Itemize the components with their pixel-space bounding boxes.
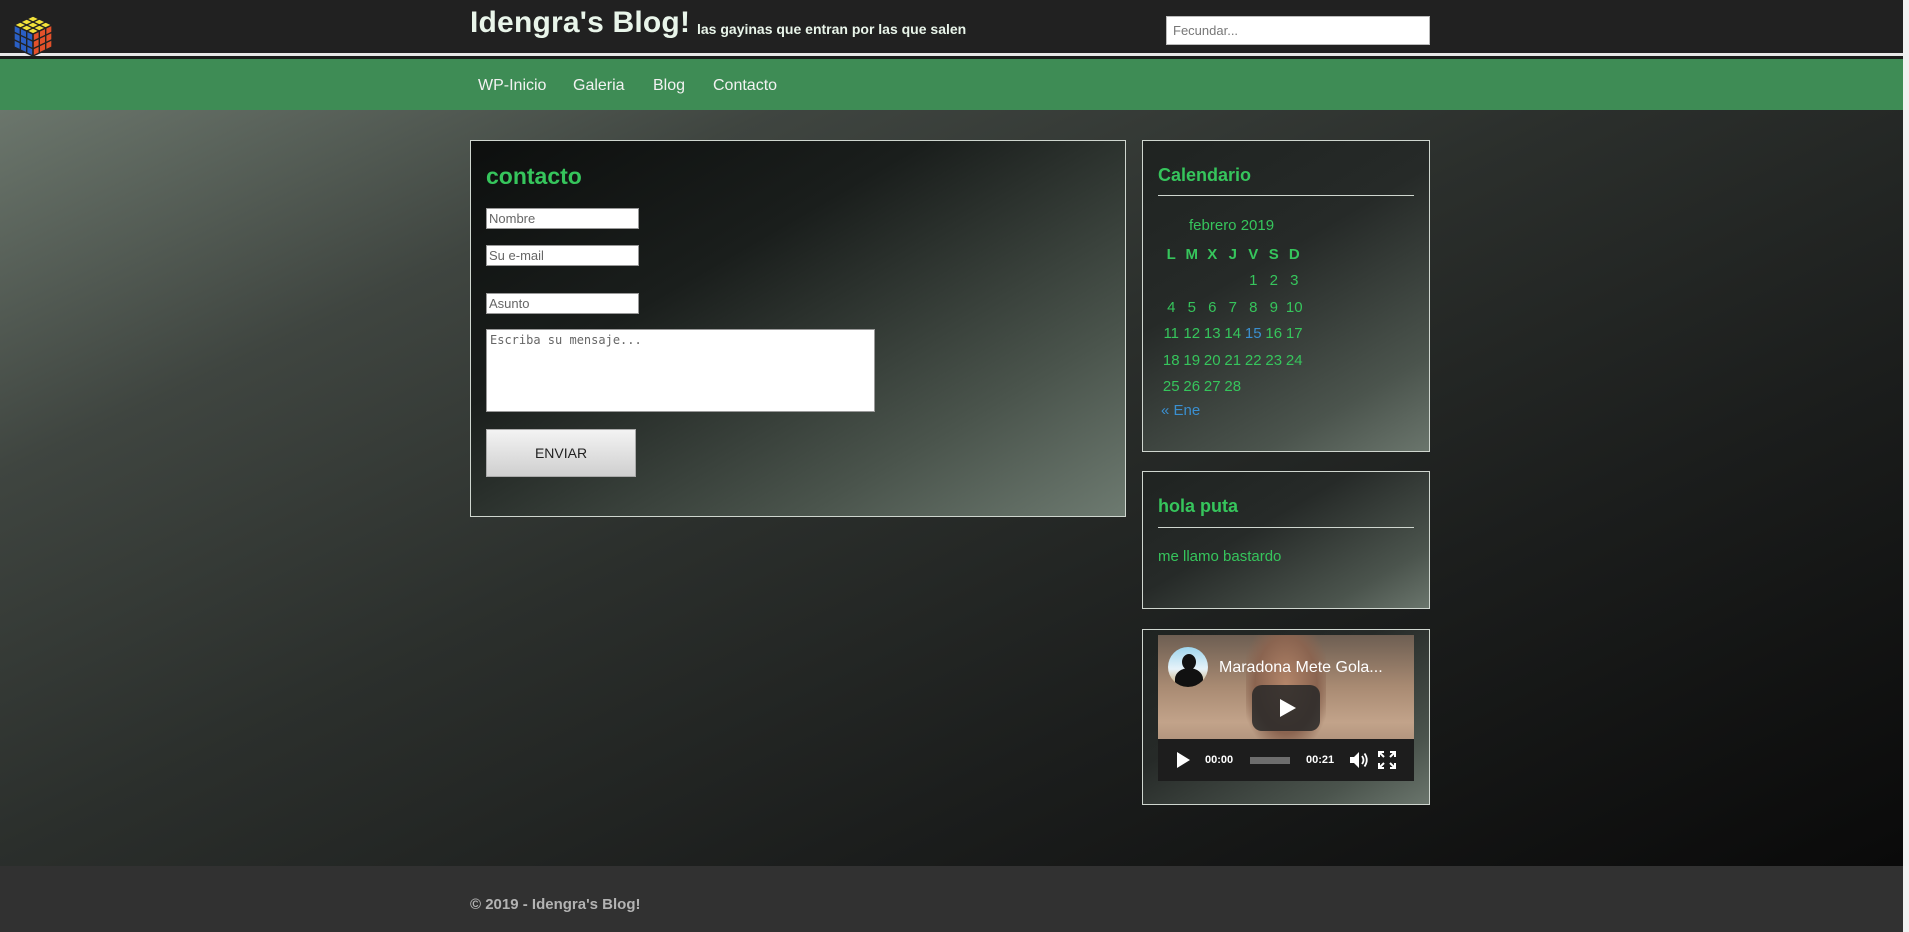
calendar-day: 27 (1203, 378, 1221, 396)
widget-divider (1158, 527, 1414, 528)
calendar-day: 23 (1265, 351, 1283, 369)
current-time: 00:00 (1205, 754, 1234, 766)
calendar-day: 11 (1163, 325, 1180, 343)
video-controls: 00:00 00:21 (1158, 739, 1414, 781)
calendar-empty-cell (1202, 268, 1223, 295)
calendar-day: 19 (1183, 351, 1201, 369)
play-overlay-button[interactable] (1252, 685, 1320, 731)
calendar-week: 25 26 27 28 (1161, 374, 1305, 401)
calendar-table: LMXJVSD 1 2 3 4 5 6 7 8 9 10 11 12 13 14 15 16 17 18 19 20 2… (1161, 241, 1305, 400)
footer: © 2019 - Idengra's Blog! (0, 866, 1903, 932)
rubiks-cube-logo-icon[interactable] (12, 14, 54, 58)
calendar-title: Calendario (1158, 165, 1252, 185)
subject-field[interactable] (486, 293, 639, 314)
calendar-day: 6 (1208, 298, 1217, 316)
calendar-weekday: V (1248, 245, 1259, 263)
calendar-week: 4 5 6 7 8 9 10 (1161, 294, 1305, 321)
calendar-day: 26 (1183, 378, 1201, 396)
calendar-day: 24 (1285, 351, 1303, 369)
calendar-week: 123 (1161, 268, 1305, 295)
footer-copyright: © 2019 - Idengra's Blog! (470, 896, 641, 913)
page: Idengra's Blog! las gayinas que entran p… (0, 0, 1903, 932)
fullscreen-icon[interactable] (1378, 751, 1396, 769)
top-bar: Idengra's Blog! las gayinas que entran p… (0, 0, 1903, 58)
calendar-weekday: J (1228, 245, 1237, 263)
site-title[interactable]: Idengra's Blog! (470, 6, 690, 40)
calendar-day: 8 (1249, 298, 1258, 316)
progress-bar[interactable] (1250, 757, 1290, 764)
calendar-day: 1 (1249, 272, 1258, 290)
main-nav: WP-Inicio Galeria Blog Contacto (0, 59, 1903, 110)
text-widget-body: me llamo bastardo (1158, 548, 1282, 565)
nav-item-wp-inicio[interactable]: WP-Inicio (478, 77, 546, 95)
send-button[interactable]: ENVIAR (486, 429, 636, 477)
calendar-day: 22 (1244, 351, 1262, 369)
name-field[interactable] (486, 208, 639, 229)
calendar-day: 14 (1224, 325, 1242, 343)
calendar-empty-cell (1264, 374, 1285, 401)
video-widget: Maradona Mete Gola... 00:00 00:21 (1142, 629, 1430, 805)
calendar-day: 5 (1187, 298, 1196, 316)
calendar-caption: febrero 2019 (1189, 217, 1275, 234)
video-player[interactable]: Maradona Mete Gola... 00:00 00:21 (1158, 635, 1414, 781)
calendar-empty-cell (1182, 268, 1203, 295)
calendar-empty-cell (1223, 268, 1244, 295)
calendar-day: 21 (1224, 351, 1242, 369)
calendar-week: 11 12 13 14 15 16 17 (1161, 321, 1305, 348)
widget-divider (1158, 195, 1414, 196)
text-widget-title: hola puta (1158, 496, 1238, 516)
text-widget: hola puta me llamo bastardo (1142, 471, 1430, 609)
calendar-day: 15 (1244, 325, 1262, 343)
duration: 00:21 (1306, 754, 1335, 766)
calendar-day: 9 (1269, 298, 1278, 316)
nav-item-contacto[interactable]: Contacto (713, 77, 777, 95)
calendar-weekday: M (1185, 245, 1199, 263)
email-field[interactable] (486, 245, 639, 266)
calendar-weekday: D (1288, 245, 1300, 263)
page-scrollbar[interactable] (1903, 0, 1909, 932)
nav-item-galeria[interactable]: Galeria (573, 77, 625, 95)
calendar-day: 25 (1162, 378, 1180, 396)
calendar-week: 18 19 20 21 22 23 24 (1161, 347, 1305, 374)
calendar-widget: Calendario febrero 2019 LMXJVSD 12345678… (1142, 140, 1430, 452)
calendar-day: 16 (1265, 325, 1283, 343)
calendar-day: 28 (1224, 378, 1242, 396)
message-field[interactable] (486, 329, 875, 412)
site-tagline: las gayinas que entran por las que salen (697, 21, 967, 37)
calendar-day: 4 (1167, 298, 1176, 316)
channel-avatar[interactable] (1168, 647, 1208, 687)
video-title[interactable]: Maradona Mete Gola... (1219, 659, 1407, 677)
contact-form-panel: contacto ENVIAR (470, 140, 1126, 517)
contact-title: contacto (486, 163, 582, 189)
calendar-empty-cell (1243, 374, 1264, 401)
play-icon[interactable] (1177, 752, 1190, 768)
calendar-weekday: S (1268, 245, 1279, 263)
avatar-silhouette-body-icon (1175, 668, 1203, 687)
calendar-day: 18 (1162, 351, 1180, 369)
calendar-day: 7 (1228, 298, 1237, 316)
calendar-prev-month-link[interactable]: « Ene (1161, 402, 1200, 419)
search-input[interactable] (1166, 16, 1430, 45)
calendar-empty-cell (1284, 374, 1305, 401)
calendar-day: 13 (1203, 325, 1221, 343)
nav-item-blog[interactable]: Blog (653, 77, 685, 95)
calendar-empty-cell (1161, 268, 1182, 295)
calendar-day: 10 (1285, 298, 1303, 316)
calendar-day: 3 (1290, 272, 1299, 290)
calendar-day: 12 (1183, 325, 1201, 343)
calendar-weekday: X (1207, 245, 1218, 263)
calendar-day: 17 (1285, 325, 1303, 343)
calendar-day: 20 (1203, 351, 1221, 369)
volume-icon[interactable] (1349, 751, 1369, 769)
calendar-weekday: L (1166, 245, 1176, 263)
calendar-day: 2 (1269, 272, 1278, 290)
